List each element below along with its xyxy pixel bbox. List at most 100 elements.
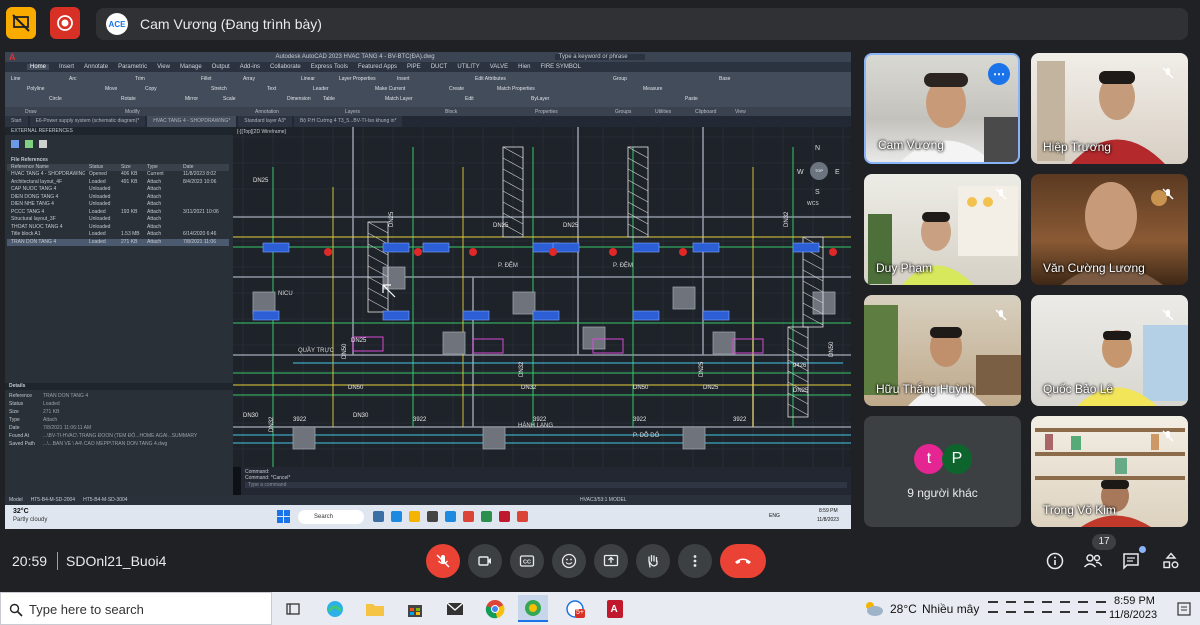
file-tab[interactable]: Standard layer A3*: [238, 116, 292, 127]
remote-app-icon[interactable]: [373, 511, 384, 522]
ribbon-tool[interactable]: Paste: [685, 96, 698, 102]
drawing-canvas[interactable]: [-][Top][2D Wireframe] DN25 DN25 DN25 DN25 D…: [233, 127, 851, 467]
command-input[interactable]: Type a command: [245, 482, 847, 488]
ribbon-tab[interactable]: FIRE SYMBOL: [541, 64, 581, 70]
participant-tile-van-cuong-luong[interactable]: Văn Cường Lương: [1031, 174, 1188, 285]
volume-icon[interactable]: [1096, 601, 1106, 613]
ribbon-tool[interactable]: Edit Attributes: [475, 76, 506, 82]
xref-row[interactable]: HVAC TANG 4 - SHOPDRAWING* Opened 406 KB Cu…: [7, 171, 229, 179]
ribbon-panel-label[interactable]: Properties: [535, 109, 558, 115]
ribbon-tool[interactable]: Line: [11, 76, 20, 82]
taskbar-mail[interactable]: [440, 595, 470, 622]
remote-search-box[interactable]: Search: [298, 510, 364, 524]
ribbon-tool[interactable]: Text: [267, 86, 276, 92]
ribbon-tool[interactable]: Circle: [49, 96, 62, 102]
ribbon-panel-label[interactable]: Annotation: [255, 109, 279, 115]
xref-row[interactable]: TRAN DON TANG 4 Loaded 271 KB Attach 7/8/202…: [7, 238, 229, 246]
remote-app-icon[interactable]: [463, 511, 474, 522]
ribbon-tab[interactable]: Insert: [59, 64, 74, 70]
ribbon-tab[interactable]: View: [157, 64, 170, 70]
refresh-icon[interactable]: [25, 140, 33, 148]
layout-tab[interactable]: HT5-B4-M-SD-2004: [31, 497, 75, 503]
file-tab[interactable]: E6-Power supply system (schematic diagra…: [29, 116, 146, 127]
ribbon-tool[interactable]: Create: [449, 86, 464, 92]
remote-app-icon[interactable]: [445, 511, 456, 522]
raise-hand-button[interactable]: [636, 544, 670, 578]
ribbon-panel-label[interactable]: Block: [445, 109, 457, 115]
remote-app-icon[interactable]: [517, 511, 528, 522]
wifi-icon[interactable]: [1078, 601, 1088, 613]
present-screen-button[interactable]: [594, 544, 628, 578]
ribbon-tool[interactable]: Move: [105, 86, 117, 92]
remote-app-icon[interactable]: [409, 511, 420, 522]
captions-button[interactable]: CC: [510, 544, 544, 578]
ribbon-tool[interactable]: Match Properties: [497, 86, 535, 92]
battery-icon[interactable]: [1006, 601, 1016, 613]
remote-start-icon[interactable]: [277, 510, 290, 523]
ribbon-tab[interactable]: Featured Apps: [358, 64, 397, 70]
ribbon-tab[interactable]: Express Tools: [311, 64, 348, 70]
activities-button[interactable]: [1158, 548, 1184, 574]
chevron-up-icon[interactable]: [988, 601, 998, 613]
ribbon-tab[interactable]: Manage: [180, 64, 202, 70]
record-button[interactable]: [50, 7, 80, 39]
help-icon[interactable]: [39, 140, 47, 148]
leave-call-button[interactable]: [720, 544, 766, 578]
ribbon-panel-label[interactable]: Draw: [25, 109, 37, 115]
more-options-button[interactable]: [678, 544, 712, 578]
taskbar-chrome[interactable]: [480, 595, 510, 622]
camera-button[interactable]: [468, 544, 502, 578]
command-line[interactable]: Command: Command: *Cancel* Type a comman…: [241, 467, 851, 495]
ribbon-tab[interactable]: Collaborate: [270, 64, 301, 70]
ribbon-panel-label[interactable]: Groups: [615, 109, 631, 115]
ribbon-tab[interactable]: PIPE: [407, 64, 421, 70]
emoji-button[interactable]: [552, 544, 586, 578]
xref-column-header[interactable]: Size: [117, 164, 143, 171]
task-view-button[interactable]: [278, 595, 308, 622]
ribbon-tool[interactable]: Arc: [69, 76, 77, 82]
ribbon-tool[interactable]: Trim: [135, 76, 145, 82]
ribbon-tool[interactable]: Leader: [313, 86, 329, 92]
remote-app-icon[interactable]: [499, 511, 510, 522]
ribbon-tool[interactable]: ByLayer: [531, 96, 549, 102]
meeting-details-button[interactable]: [1042, 548, 1068, 574]
ribbon-tool[interactable]: Match Layer: [385, 96, 413, 102]
taskbar-edge[interactable]: [320, 595, 350, 622]
ribbon-tool[interactable]: Rotate: [121, 96, 136, 102]
xref-row[interactable]: DIEN NHE TANG 4 Unloaded Attach: [7, 201, 229, 209]
taskbar-weather[interactable]: Nhiều mây: [922, 602, 979, 616]
ribbon-tab[interactable]: Add-ins: [240, 64, 260, 70]
stop-presenting-button[interactable]: [6, 7, 36, 39]
taskbar-google-meet[interactable]: [518, 595, 548, 622]
notifications-icon[interactable]: [1176, 601, 1192, 617]
ribbon-tool[interactable]: Insert: [397, 76, 410, 82]
xref-column-header[interactable]: Date: [179, 164, 223, 171]
people-button[interactable]: [1080, 548, 1106, 574]
xref-column-header[interactable]: Type: [143, 164, 179, 171]
ribbon-tool[interactable]: Measure: [643, 86, 662, 92]
xref-row[interactable]: CAP NUOC TANG 4 Unloaded Attach: [7, 186, 229, 194]
ribbon-tool[interactable]: Stretch: [211, 86, 227, 92]
ribbon-tool[interactable]: Fillet: [201, 76, 212, 82]
others-tile[interactable]: t P 9 người khác: [864, 416, 1021, 527]
ribbon-panel-label[interactable]: Clipboard: [695, 109, 716, 115]
taskbar-autocad[interactable]: A: [600, 595, 630, 622]
viewcube-top[interactable]: TOP: [810, 162, 828, 180]
keyboard-icon[interactable]: [1060, 601, 1070, 613]
xref-column-header[interactable]: Reference Name: [7, 164, 85, 171]
file-tab[interactable]: Bộ P.H Cường 4 T3_5...BV-TI-Iso khung in…: [293, 116, 403, 127]
ribbon-tool[interactable]: Group: [613, 76, 627, 82]
participant-tile-cam-vuong[interactable]: ⋯ Cam Vương: [864, 53, 1020, 164]
remote-app-icon[interactable]: [427, 511, 438, 522]
ribbon-tab[interactable]: VALVE: [490, 64, 508, 70]
ribbon-panel-label[interactable]: Modify: [125, 109, 140, 115]
xref-row[interactable]: PCCC TANG 4 Loaded 193 KB Attach 3/11/2021 1…: [7, 209, 229, 217]
attach-dwg-icon[interactable]: [11, 140, 19, 148]
participant-tile-huu-thang-huynh[interactable]: Hữu Thắng Huỳnh: [864, 295, 1021, 406]
layout-tab[interactable]: HT5-B4-M-SD-3004: [83, 497, 127, 503]
ribbon-tool[interactable]: Copy: [145, 86, 157, 92]
ribbon-tool[interactable]: Polyline: [27, 86, 45, 92]
ribbon-tab[interactable]: Parametric: [118, 64, 147, 70]
ribbon-tool[interactable]: Mirror: [185, 96, 198, 102]
ribbon-tab[interactable]: Annotate: [84, 64, 108, 70]
